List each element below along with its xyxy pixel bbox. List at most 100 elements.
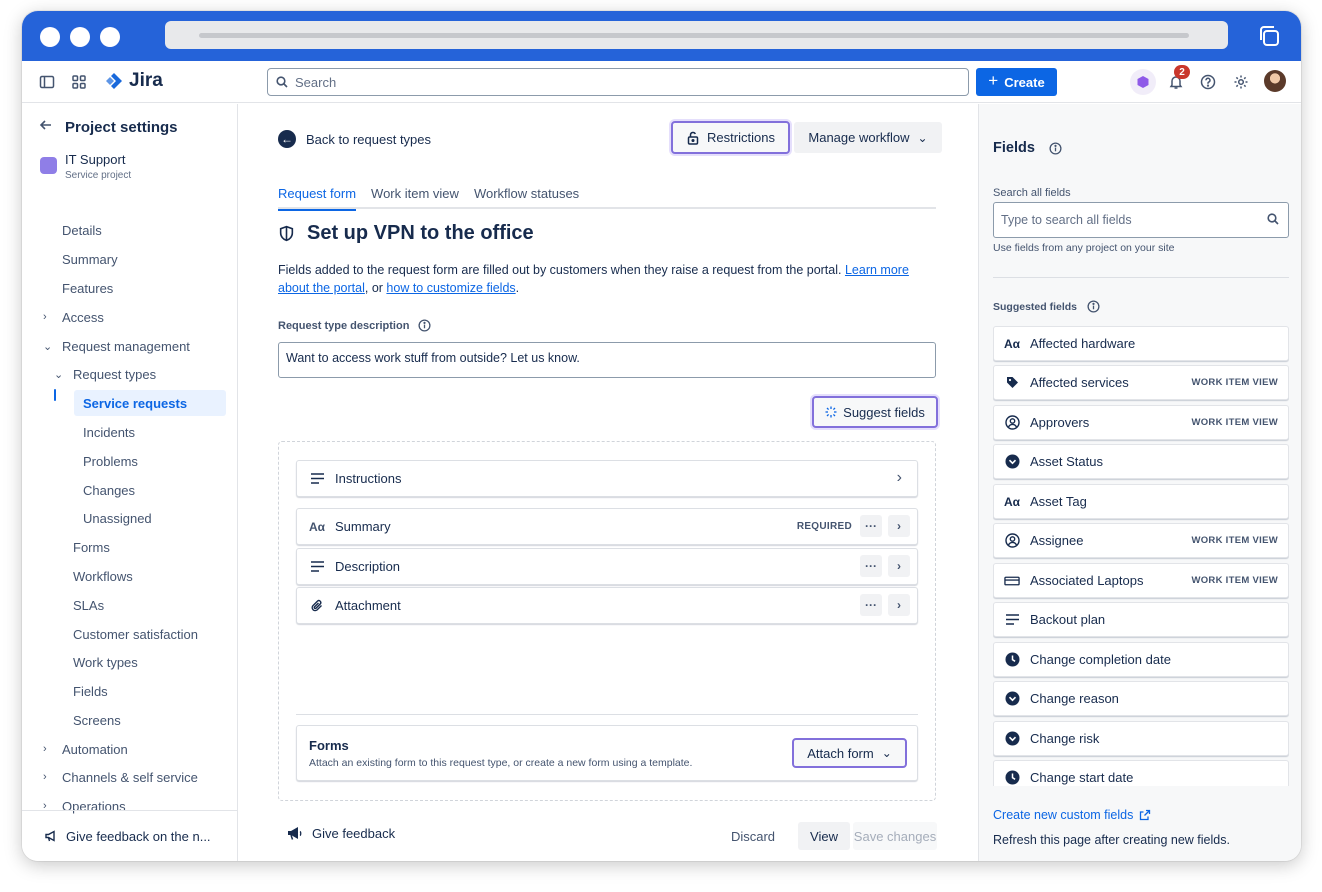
sidebar-item-channels[interactable]: › Channels & self service xyxy=(43,764,198,790)
sidebar-item-slas[interactable]: SLAs xyxy=(73,592,104,618)
tab-workflow-statuses[interactable]: Workflow statuses xyxy=(474,174,579,209)
sidebar-item-work-types[interactable]: Work types xyxy=(73,649,138,675)
megaphone-icon xyxy=(45,830,55,842)
sidebar-item-features[interactable]: Features xyxy=(62,275,113,301)
attach-form-button[interactable]: Attach form ⌄ xyxy=(792,738,907,768)
suggested-field-item[interactable]: Backout plan xyxy=(993,602,1289,637)
back-arrow-icon[interactable] xyxy=(39,118,53,136)
rovo-icon[interactable] xyxy=(1130,69,1156,95)
sidebar-item-request-types[interactable]: ⌄ Request types xyxy=(54,361,156,387)
sidebar-item-screens[interactable]: Screens xyxy=(73,707,121,733)
search-input[interactable]: Search xyxy=(267,68,969,96)
more-actions-button[interactable]: ··· xyxy=(860,594,882,616)
manage-workflow-button[interactable]: Manage workflow ⌄ xyxy=(794,122,942,153)
selection-indicator xyxy=(54,389,56,401)
suggested-field-item[interactable]: Change start date xyxy=(993,760,1289,786)
jira-logo-icon xyxy=(106,73,122,89)
suggested-field-item[interactable]: Associated Laptops WORK ITEM VIEW xyxy=(993,563,1289,598)
plus-icon: + xyxy=(988,71,999,90)
work-item-view-lozenge: WORK ITEM VIEW xyxy=(1191,535,1278,546)
sidebar-feedback-link[interactable]: Give feedback on the n... xyxy=(22,810,237,861)
sidebar-item-changes[interactable]: Changes xyxy=(83,477,135,503)
info-icon[interactable] xyxy=(1087,300,1100,313)
external-link-icon xyxy=(1140,809,1151,821)
field-row-instructions[interactable]: Instructions › xyxy=(296,460,918,497)
tab-request-form[interactable]: Request form xyxy=(278,174,357,211)
help-icon[interactable] xyxy=(1198,72,1218,92)
suggested-field-item[interactable]: Change reason xyxy=(993,681,1289,716)
tabs-icon[interactable] xyxy=(1257,24,1281,48)
window-maximize-dot[interactable] xyxy=(100,27,120,47)
info-icon[interactable] xyxy=(1049,141,1062,155)
sidebar-item-forms[interactable]: Forms xyxy=(73,534,110,560)
sidebar-item-incidents[interactable]: Incidents xyxy=(83,419,135,445)
give-feedback-button[interactable]: Give feedback xyxy=(287,826,395,841)
text-icon: Aα xyxy=(1003,336,1021,351)
chevron-right-icon[interactable]: › xyxy=(897,469,910,487)
sidebar-item-workflows[interactable]: Workflows xyxy=(73,563,133,589)
sidebar-item-access[interactable]: › Access xyxy=(43,304,104,330)
sidebar-item-summary[interactable]: Summary xyxy=(62,246,118,272)
field-label: Summary xyxy=(335,519,391,534)
suggested-field-item[interactable]: Approvers WORK ITEM VIEW xyxy=(993,405,1289,440)
suggested-field-item[interactable]: Change risk xyxy=(993,721,1289,756)
app-name: Jira xyxy=(129,70,163,91)
create-custom-fields-link[interactable]: Create new custom fields xyxy=(993,808,1151,822)
work-item-view-lozenge: WORK ITEM VIEW xyxy=(1191,377,1278,388)
project-info[interactable]: IT Support Service project xyxy=(40,152,131,181)
sidebar-toggle-icon[interactable] xyxy=(37,72,57,92)
browser-window: Jira Search + Create 2 Project settings … xyxy=(22,11,1301,861)
expand-button[interactable]: › xyxy=(888,515,910,537)
info-icon[interactable] xyxy=(418,319,431,332)
suggested-field-item[interactable]: Assignee WORK ITEM VIEW xyxy=(993,523,1289,558)
suggested-fields-list[interactable]: Aα Affected hardware Affected services W… xyxy=(993,326,1289,786)
user-avatar[interactable] xyxy=(1264,70,1286,92)
customize-fields-link[interactable]: how to customize fields xyxy=(386,281,515,295)
refresh-hint: Refresh this page after creating new fie… xyxy=(993,833,1230,847)
search-fields-input[interactable]: Type to search all fields xyxy=(993,202,1289,238)
field-row-summary[interactable]: Aα Summary REQUIRED ··· › xyxy=(296,508,918,545)
sidebar-item-problems[interactable]: Problems xyxy=(83,448,138,474)
sidebar-item-automation[interactable]: › Automation xyxy=(43,736,128,762)
sidebar-item-service-requests[interactable]: Service requests xyxy=(74,390,226,416)
sidebar-feedback-label: Give feedback on the n... xyxy=(66,828,211,844)
tab-work-item-view[interactable]: Work item view xyxy=(371,174,459,209)
back-to-request-types-link[interactable]: ← Back to request types xyxy=(278,130,431,148)
sidebar-item-details[interactable]: Details xyxy=(62,217,102,243)
search-icon xyxy=(1267,213,1279,225)
window-close-dot[interactable] xyxy=(40,27,60,47)
suggest-fields-button[interactable]: Suggest fields xyxy=(812,396,938,428)
expand-button[interactable]: › xyxy=(888,594,910,616)
suggested-field-item[interactable]: Asset Status xyxy=(993,444,1289,479)
sidebar-item-unassigned[interactable]: Unassigned xyxy=(83,505,152,531)
more-actions-button[interactable]: ··· xyxy=(860,555,882,577)
more-actions-button[interactable]: ··· xyxy=(860,515,882,537)
save-changes-button[interactable]: Save changes xyxy=(853,822,937,850)
project-sidebar: Project settings IT Support Service proj… xyxy=(22,104,238,861)
field-row-description[interactable]: Description ··· › xyxy=(296,548,918,585)
request-type-description-input[interactable]: Want to access work stuff from outside? … xyxy=(278,342,936,378)
expand-button[interactable]: › xyxy=(888,555,910,577)
address-bar[interactable] xyxy=(165,21,1228,49)
jira-logo[interactable]: Jira xyxy=(105,70,163,92)
sidebar-item-request-management[interactable]: ⌄ Request management xyxy=(43,333,190,359)
sidebar-item-customer-satisfaction[interactable]: Customer satisfaction xyxy=(73,621,198,647)
sidebar-item-fields[interactable]: Fields xyxy=(73,678,108,704)
app-switcher-icon[interactable] xyxy=(69,72,89,92)
discard-button[interactable]: Discard xyxy=(722,822,784,850)
clock-icon xyxy=(1004,770,1020,785)
window-minimize-dot[interactable] xyxy=(70,27,90,47)
suggested-field-item[interactable]: Affected services WORK ITEM VIEW xyxy=(993,365,1289,400)
create-button[interactable]: + Create xyxy=(976,68,1057,96)
view-button[interactable]: View xyxy=(798,822,850,850)
create-label: Create xyxy=(1004,74,1045,90)
fields-panel: Fields Search all fields Type to search … xyxy=(978,104,1301,861)
chevron-right-icon: › xyxy=(43,771,47,783)
restrictions-button[interactable]: Restrictions xyxy=(671,121,790,154)
suggested-field-item[interactable]: Aα Affected hardware xyxy=(993,326,1289,361)
suggested-field-item[interactable]: Change completion date xyxy=(993,642,1289,677)
suggested-field-item[interactable]: Aα Asset Tag xyxy=(993,484,1289,519)
field-row-attachment[interactable]: Attachment ··· › xyxy=(296,587,918,624)
settings-gear-icon[interactable] xyxy=(1231,72,1251,92)
chevron-down-icon: ⌄ xyxy=(54,368,64,381)
